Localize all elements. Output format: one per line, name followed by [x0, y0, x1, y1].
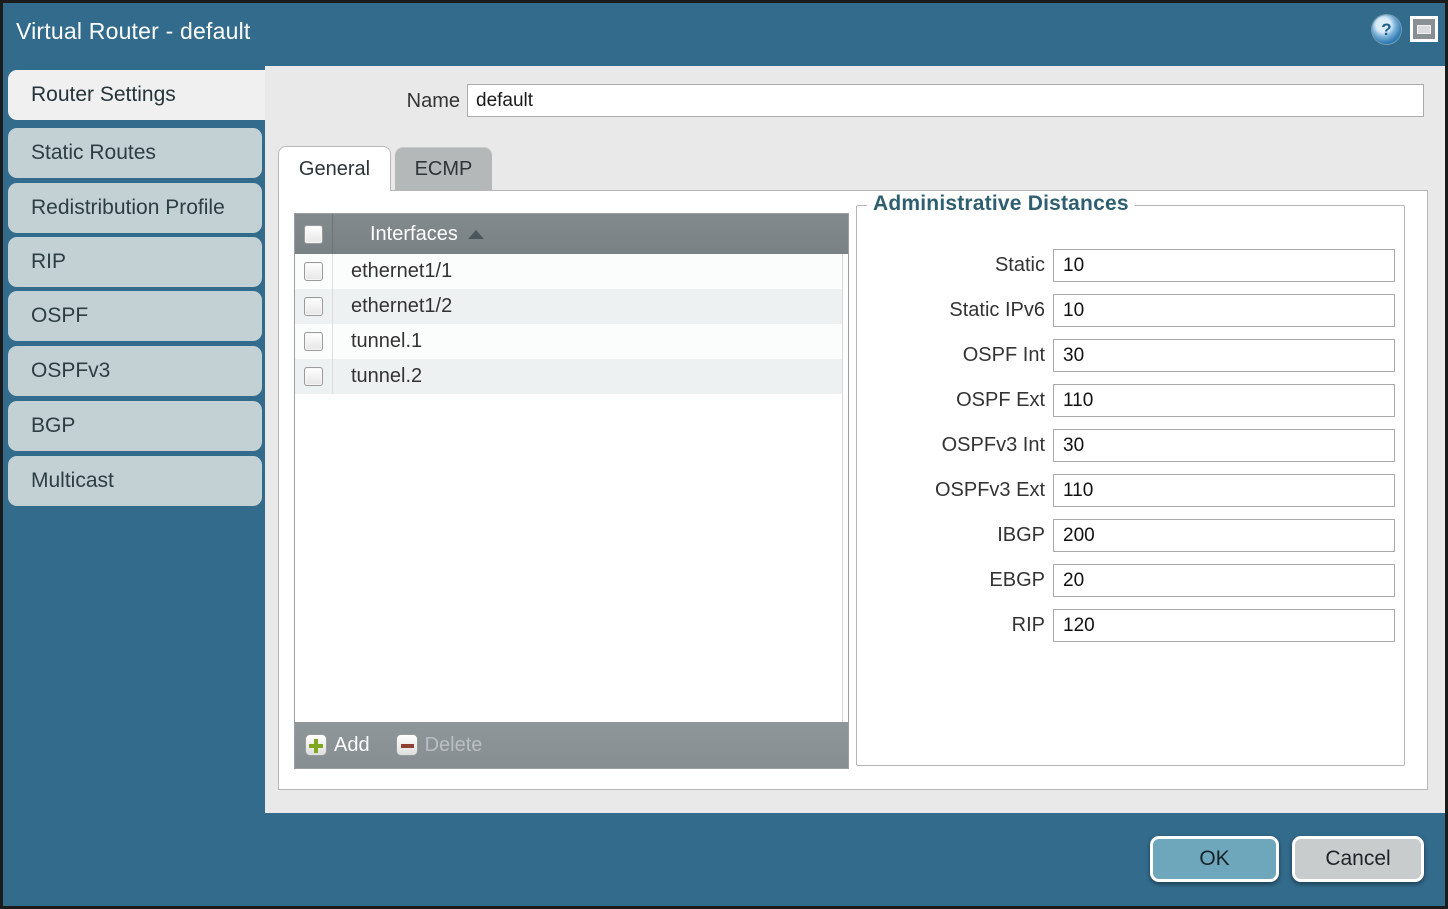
ibgp-label: IBGP — [857, 524, 1045, 547]
sidebar-item-router-settings[interactable]: Router Settings — [8, 70, 268, 120]
interfaces-table-footer: Add Delete — [295, 722, 848, 768]
sidebar-item-label: RIP — [31, 250, 66, 274]
sidebar-item-label: Static Routes — [31, 141, 156, 165]
help-glyph: ? — [1381, 20, 1391, 40]
table-row[interactable]: ethernet1/2 — [295, 289, 848, 324]
static-label: Static — [857, 254, 1045, 277]
sidebar-item-rip[interactable]: RIP — [8, 237, 262, 287]
table-row[interactable]: tunnel.1 — [295, 324, 848, 359]
field-row: RIP — [857, 609, 1404, 642]
row-checkbox[interactable] — [304, 332, 323, 351]
sidebar-item-redistribution-profile[interactable]: Redistribution Profile — [8, 183, 262, 233]
tab-general[interactable]: General — [278, 146, 391, 191]
sidebar-item-multicast[interactable]: Multicast — [8, 456, 262, 506]
general-tab-panel: Interfaces ethernet1/1 ethernet1/2 tunne… — [278, 190, 1428, 790]
dialog-title: Virtual Router - default — [16, 18, 251, 45]
field-row: IBGP — [857, 519, 1404, 552]
help-icon[interactable]: ? — [1372, 15, 1401, 44]
ebgp-input[interactable] — [1053, 564, 1395, 597]
ospfv3-ext-input[interactable] — [1053, 474, 1395, 507]
rip-input[interactable] — [1053, 609, 1395, 642]
sidebar-item-label: Redistribution Profile — [31, 196, 225, 220]
sidebar-item-ospf[interactable]: OSPF — [8, 291, 262, 341]
sidebar-item-label: OSPFv3 — [31, 359, 110, 383]
ospf-int-label: OSPF Int — [857, 344, 1045, 367]
sidebar-item-label: Multicast — [31, 469, 114, 493]
ospfv3-int-label: OSPFv3 Int — [857, 434, 1045, 457]
row-checkbox[interactable] — [304, 367, 323, 386]
ospfv3-ext-label: OSPFv3 Ext — [857, 479, 1045, 502]
interfaces-table: Interfaces ethernet1/1 ethernet1/2 tunne… — [294, 213, 849, 769]
group-title: Administrative Distances — [867, 192, 1135, 216]
add-button[interactable]: Add — [305, 734, 370, 757]
field-row: OSPF Int — [857, 339, 1404, 372]
row-checkbox[interactable] — [304, 297, 323, 316]
column-divider — [332, 214, 333, 254]
interfaces-table-header[interactable]: Interfaces — [295, 214, 848, 254]
static-ipv6-input[interactable] — [1053, 294, 1395, 327]
ok-button-label: OK — [1199, 847, 1229, 871]
virtual-router-dialog: Virtual Router - default ? Router Settin… — [0, 0, 1448, 909]
table-scrollbar[interactable] — [842, 254, 848, 722]
field-row: Static — [857, 249, 1404, 282]
interface-name: ethernet1/2 — [351, 295, 452, 318]
rip-label: RIP — [857, 614, 1045, 637]
ibgp-input[interactable] — [1053, 519, 1395, 552]
ospf-int-input[interactable] — [1053, 339, 1395, 372]
table-row[interactable]: tunnel.2 — [295, 359, 848, 394]
field-row: OSPFv3 Ext — [857, 474, 1404, 507]
interface-name: tunnel.1 — [351, 330, 422, 353]
row-checkbox[interactable] — [304, 262, 323, 281]
sidebar-item-label: BGP — [31, 414, 75, 438]
interfaces-table-body: ethernet1/1 ethernet1/2 tunnel.1 tunnel.… — [295, 254, 848, 722]
ok-button[interactable]: OK — [1150, 836, 1279, 882]
field-row: OSPFv3 Int — [857, 429, 1404, 462]
add-plus-icon — [305, 734, 327, 756]
ospfv3-int-input[interactable] — [1053, 429, 1395, 462]
sort-ascending-icon[interactable] — [468, 230, 484, 239]
ospf-ext-label: OSPF Ext — [857, 389, 1045, 412]
sidebar-item-ospfv3[interactable]: OSPFv3 — [8, 346, 262, 396]
name-input[interactable] — [467, 84, 1424, 117]
ebgp-label: EBGP — [857, 569, 1045, 592]
tab-ecmp[interactable]: ECMP — [395, 147, 492, 191]
table-row[interactable]: ethernet1/1 — [295, 254, 848, 289]
name-label: Name — [330, 90, 460, 113]
field-row: Static IPv6 — [857, 294, 1404, 327]
delete-button-label: Delete — [425, 734, 483, 757]
static-ipv6-label: Static IPv6 — [857, 299, 1045, 322]
field-row: EBGP — [857, 564, 1404, 597]
sidebar-item-static-routes[interactable]: Static Routes — [8, 128, 262, 178]
interface-name: ethernet1/1 — [351, 260, 452, 283]
interface-name: tunnel.2 — [351, 365, 422, 388]
select-all-checkbox[interactable] — [304, 225, 323, 244]
delete-button[interactable]: Delete — [396, 734, 483, 757]
sidebar-item-label: Router Settings — [31, 83, 176, 107]
cancel-button-label: Cancel — [1325, 847, 1390, 871]
sidebar-item-bgp[interactable]: BGP — [8, 401, 262, 451]
ospf-ext-input[interactable] — [1053, 384, 1395, 417]
add-button-label: Add — [334, 734, 370, 757]
tab-label: General — [299, 158, 370, 181]
static-input[interactable] — [1053, 249, 1395, 282]
tab-label: ECMP — [415, 158, 473, 181]
administrative-distances-group: Administrative Distances Static Static I… — [856, 205, 1405, 766]
field-row: OSPF Ext — [857, 384, 1404, 417]
window-restore-icon[interactable] — [1410, 16, 1438, 42]
interfaces-column-header: Interfaces — [370, 223, 458, 246]
sidebar-item-label: OSPF — [31, 304, 88, 328]
cancel-button[interactable]: Cancel — [1292, 836, 1424, 882]
delete-minus-icon — [396, 734, 418, 756]
sidebar: Router Settings Static Routes Redistribu… — [3, 66, 265, 906]
